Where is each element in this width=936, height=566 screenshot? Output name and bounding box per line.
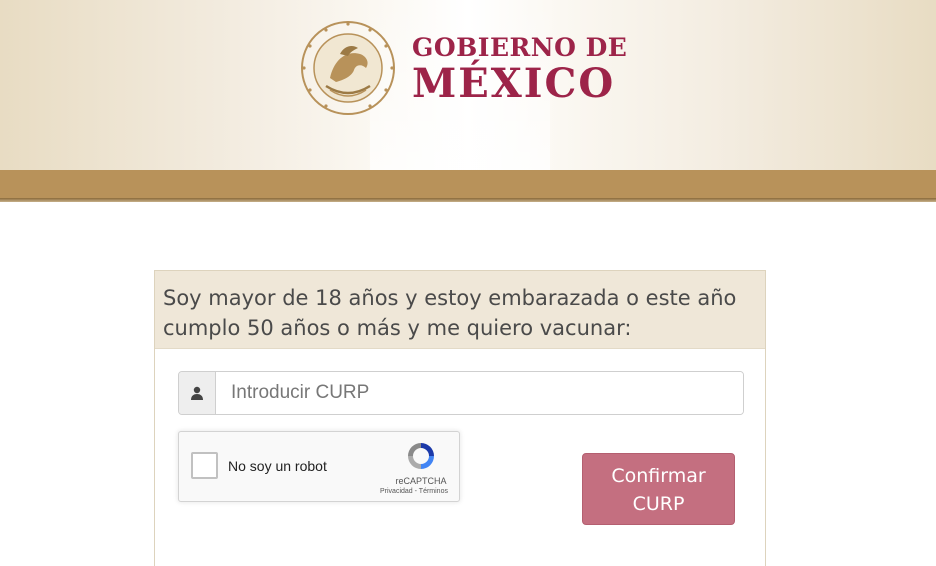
- vaccination-card: Soy mayor de 18 años y estoy embarazada …: [154, 270, 766, 566]
- recaptcha-brand: reCAPTCHA: [395, 476, 447, 486]
- confirm-curp-button[interactable]: Confirmar CURP: [582, 453, 735, 525]
- recaptcha-terms-link[interactable]: Términos: [419, 488, 448, 495]
- recaptcha-logo-icon: [408, 443, 434, 469]
- user-icon: [179, 372, 216, 414]
- recaptcha-widget: No soy un robot reCAPTCHA Privacidad - T…: [178, 431, 460, 502]
- government-logo: GOBIERNO DE MÉXICO: [412, 34, 627, 106]
- eagle-seal-icon: [301, 21, 395, 115]
- header-gold-band: [0, 170, 936, 198]
- curp-input[interactable]: [216, 372, 743, 414]
- recaptcha-checkbox[interactable]: [191, 452, 218, 479]
- logo-line-1: GOBIERNO DE: [412, 33, 628, 62]
- recaptcha-label: No soy un robot: [228, 458, 327, 474]
- curp-input-group: [178, 371, 744, 415]
- logo-line-2: MÉXICO: [412, 60, 616, 107]
- card-heading: Soy mayor de 18 años y estoy embarazada …: [155, 271, 765, 349]
- header-band-shadow: [0, 198, 936, 202]
- recaptcha-privacy-link[interactable]: Privacidad: [380, 488, 413, 495]
- recaptcha-links: Privacidad - Términos: [369, 488, 459, 495]
